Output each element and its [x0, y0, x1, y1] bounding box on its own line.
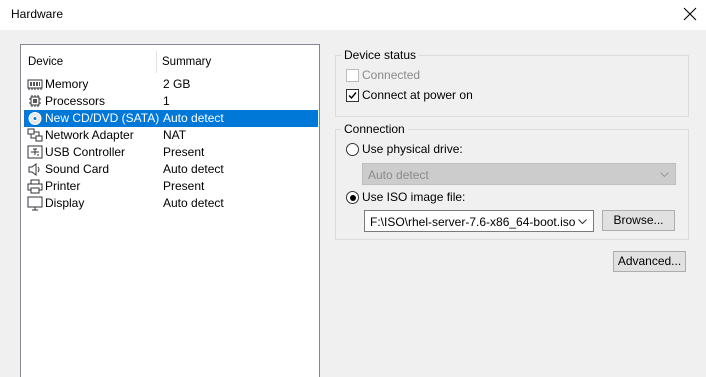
device-row-sound-card[interactable]: Sound Card Auto detect	[24, 161, 318, 178]
device-name: Memory	[45, 77, 89, 91]
connect-at-power-on-label: Connect at power on	[362, 88, 473, 102]
device-row-display[interactable]: Display Auto detect	[24, 195, 318, 212]
device-name: New CD/DVD (SATA)	[45, 111, 160, 125]
iso-path-value: F:\ISO\rhel-server-7.6-x86_64-boot.iso	[370, 215, 576, 229]
physical-drive-dropdown[interactable]: Auto detect	[362, 163, 676, 185]
checkmark-icon	[348, 92, 357, 100]
device-name: USB Controller	[45, 145, 126, 159]
device-status-title: Device status	[341, 48, 420, 62]
use-iso-image-label: Use ISO image file:	[362, 190, 466, 204]
title-bar: Hardware	[0, 0, 706, 30]
device-name: Printer	[45, 179, 81, 193]
device-status-group: Device status Connected Connect at power…	[335, 48, 689, 117]
device-summary: Auto detect	[163, 111, 224, 125]
device-list[interactable]: Device Summary Memory 2 GB Processors 1 …	[20, 44, 320, 377]
cd-dvd-icon	[28, 112, 42, 125]
close-icon[interactable]	[680, 4, 700, 24]
chevron-down-icon	[660, 172, 669, 178]
connect-at-power-on-checkbox[interactable]	[346, 89, 359, 102]
device-summary: Present	[163, 179, 205, 193]
device-row-printer[interactable]: Printer Present	[24, 178, 318, 195]
use-iso-image-radio[interactable]	[346, 191, 359, 204]
iso-path-combobox[interactable]: F:\ISO\rhel-server-7.6-x86_64-boot.iso	[364, 210, 594, 232]
browse-button[interactable]: Browse...	[602, 210, 675, 231]
display-icon	[27, 196, 43, 211]
device-summary: Auto detect	[163, 162, 224, 176]
connected-checkbox[interactable]	[346, 69, 359, 82]
device-name: Sound Card	[45, 162, 110, 176]
column-separator[interactable]	[156, 51, 157, 73]
device-summary: NAT	[163, 128, 187, 142]
device-row-processors[interactable]: Processors 1	[24, 93, 318, 110]
chevron-down-icon[interactable]	[578, 219, 587, 225]
device-name: Display	[45, 196, 85, 210]
device-summary: 2 GB	[163, 77, 191, 91]
sound-card-icon	[28, 163, 40, 176]
printer-icon	[27, 179, 43, 194]
device-summary: Auto detect	[163, 196, 224, 210]
device-row-cd-dvd[interactable]: New CD/DVD (SATA) Auto detect	[24, 110, 318, 127]
usb-controller-icon	[27, 145, 43, 159]
connected-label: Connected	[362, 68, 421, 82]
device-row-network-adapter[interactable]: Network Adapter NAT	[24, 127, 318, 144]
summary-column-header[interactable]: Summary	[162, 56, 211, 68]
device-row-memory[interactable]: Memory 2 GB	[24, 76, 318, 93]
device-name: Network Adapter	[45, 128, 134, 142]
network-adapter-icon	[27, 128, 43, 142]
memory-icon	[27, 79, 43, 90]
use-physical-drive-label: Use physical drive:	[362, 142, 463, 156]
use-physical-drive-radio[interactable]	[346, 143, 359, 156]
connection-group: Connection Use physical drive: Auto dete…	[335, 122, 689, 240]
window-title: Hardware	[11, 7, 64, 21]
device-list-header: Device Summary	[21, 45, 319, 79]
physical-drive-value: Auto detect	[368, 168, 429, 182]
device-name: Processors	[45, 94, 106, 108]
device-column-header[interactable]: Device	[28, 56, 63, 68]
device-summary: Present	[163, 145, 205, 159]
advanced-button[interactable]: Advanced...	[613, 251, 686, 272]
connection-title: Connection	[341, 122, 408, 136]
processor-icon	[29, 95, 41, 107]
radio-selected-dot	[349, 194, 356, 201]
device-summary: 1	[163, 94, 170, 108]
device-row-usb-controller[interactable]: USB Controller Present	[24, 144, 318, 161]
